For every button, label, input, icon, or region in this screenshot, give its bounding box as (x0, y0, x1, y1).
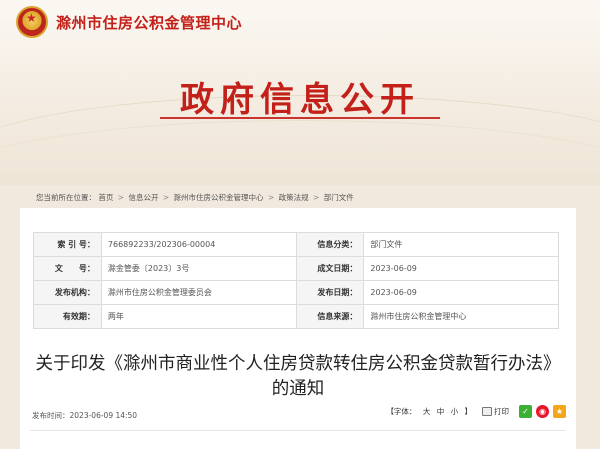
date-value: 2023-06-09 (363, 256, 559, 281)
table-row: 发布机构： 滁州市住房公积金管理委员会 发布日期： 2023-06-09 (33, 280, 559, 305)
publish-value: 2023-06-09 (363, 280, 559, 305)
meta-bar: 发布时间：2023-06-09 14:50 【字体： 大 中 小 】 打印 ✓ … (30, 404, 566, 426)
breadcrumb-separator: > (117, 193, 125, 202)
breadcrumb: 您当前所在位置： 首页 > 信息公开 > 滁州市住房公积金管理中心 > 政策法规… (36, 192, 354, 203)
index-label: 索 引 号： (33, 232, 102, 257)
content-panel: 索 引 号： 766892233/202306-00004 信息分类： 部门文件… (20, 208, 576, 449)
validity-value: 两年 (100, 304, 297, 329)
section-title: 政府信息公开 (180, 80, 420, 120)
font-size-control: 【字体： 大 中 小 】 (384, 406, 474, 417)
divider (30, 430, 566, 431)
font-medium-button[interactable]: 中 (437, 407, 445, 416)
table-row: 文 号： 滁金管委〔2023〕3号 成文日期： 2023-06-09 (33, 256, 559, 281)
doc-no-value: 滁金管委〔2023〕3号 (100, 256, 297, 281)
qzone-icon[interactable]: ★ (553, 405, 566, 418)
printer-icon[interactable] (482, 407, 492, 416)
font-large-button[interactable]: 大 (423, 407, 431, 416)
header-banner: 滁州市住房公积金管理中心 政府信息公开 (0, 0, 600, 185)
weibo-icon[interactable]: ◉ (536, 405, 549, 418)
national-emblem-icon (16, 6, 48, 38)
font-small-button[interactable]: 小 (451, 407, 459, 416)
print-button[interactable]: 打印 (494, 406, 509, 417)
issuer-value: 滁州市住房公积金管理委员会 (100, 280, 297, 305)
publish-time: 发布时间：2023-06-09 14:50 (32, 411, 138, 420)
index-value: 766892233/202306-00004 (100, 232, 297, 257)
table-row: 有效期： 两年 信息来源： 滁州市住房公积金管理中心 (33, 304, 559, 329)
breadcrumb-prefix: 您当前所在位置： (36, 193, 96, 202)
font-size-suffix: 】 (464, 407, 473, 416)
info-table: 索 引 号： 766892233/202306-00004 信息分类： 部门文件… (33, 232, 559, 329)
wechat-icon[interactable]: ✓ (519, 405, 532, 418)
source-label: 信息来源： (295, 304, 365, 329)
doc-no-label: 文 号： (33, 256, 102, 281)
validity-label: 有效期： (33, 304, 102, 329)
breadcrumb-separator: > (162, 193, 170, 202)
category-value: 部门文件 (363, 232, 559, 257)
table-row: 索 引 号： 766892233/202306-00004 信息分类： 部门文件 (33, 232, 559, 257)
source-value: 滁州市住房公积金管理中心 (363, 304, 559, 329)
category-label: 信息分类： (295, 232, 365, 257)
font-size-prefix: 【字体： (386, 407, 417, 416)
breadcrumb-separator: > (313, 193, 320, 202)
date-label: 成文日期： (295, 256, 365, 281)
breadcrumb-item-policy[interactable]: 政策法规 (279, 193, 309, 202)
breadcrumb-item-info[interactable]: 信息公开 (128, 193, 158, 202)
toolbar: 【字体： 大 中 小 】 打印 ✓ ◉ ★ (384, 405, 566, 418)
breadcrumb-separator: > (267, 193, 275, 202)
site-name[interactable]: 滁州市住房公积金管理中心 (56, 12, 242, 33)
breadcrumb-item-dept-docs[interactable]: 部门文件 (324, 193, 354, 202)
breadcrumb-item-home[interactable]: 首页 (98, 193, 113, 202)
publish-label: 发布日期： (295, 280, 365, 305)
breadcrumb-item-center[interactable]: 滁州市住房公积金管理中心 (174, 193, 264, 202)
document-title: 关于印发《滁州市商业性个人住房贷款转住房公积金贷款暂行办法》的通知 (35, 354, 561, 399)
title-underline (160, 117, 440, 119)
issuer-label: 发布机构： (33, 280, 102, 305)
